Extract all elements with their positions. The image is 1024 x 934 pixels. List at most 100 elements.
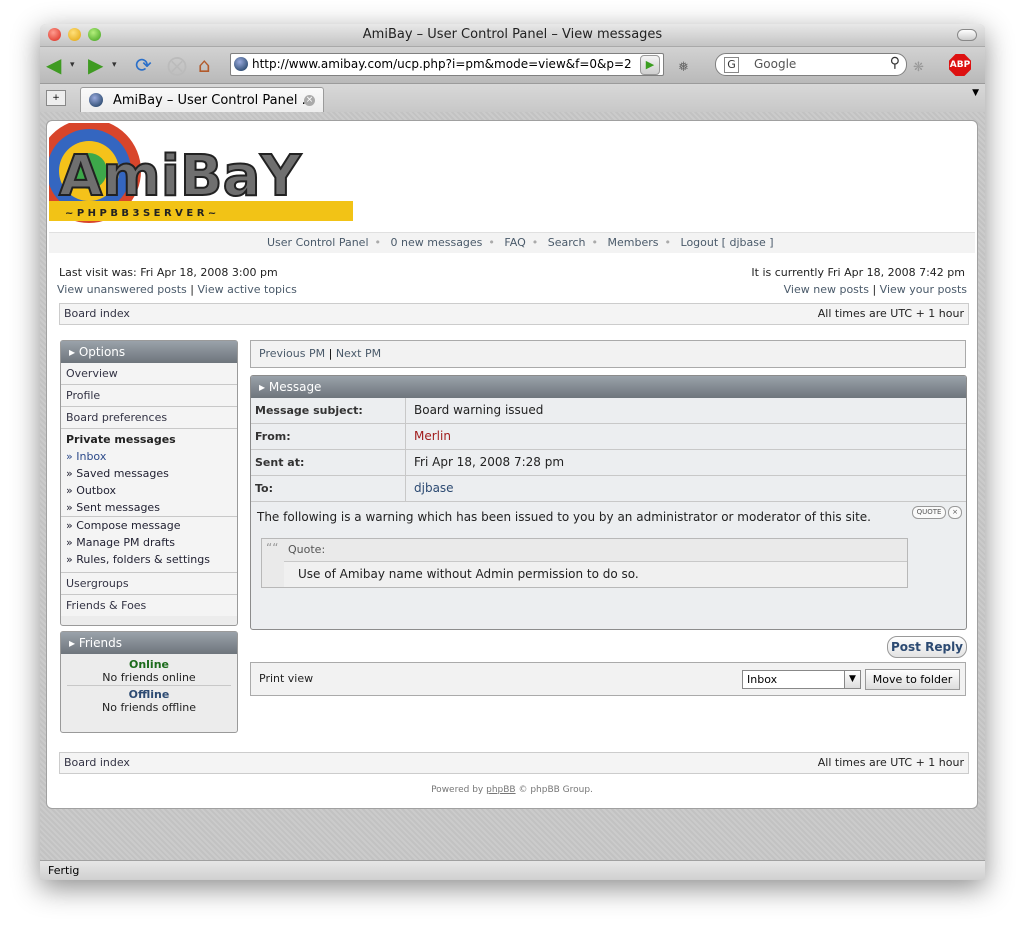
private-messages-title[interactable]: Private messages [61, 431, 237, 448]
search-bar[interactable]: G Google ⚲ [715, 53, 907, 76]
nav-search[interactable]: Search [548, 236, 586, 249]
message-header: ▸ Message [251, 376, 966, 398]
navigation-toolbar: ◀ ▾ ▶ ▾ ⟳ ⨂ ⌂ http://www.amibay.com/ucp.… [40, 47, 985, 84]
nav-logout[interactable]: Logout [ djbase ] [681, 236, 774, 249]
private-messages-section: Private messages » Inbox » Saved message… [61, 429, 237, 573]
back-arrow-icon[interactable]: ◀ [46, 53, 61, 77]
folder-select[interactable]: Inbox ▼ [742, 670, 861, 689]
sidebar-item-profile[interactable]: Profile [61, 385, 237, 407]
tab-close-icon[interactable]: × [304, 95, 315, 106]
extension-icon[interactable]: ❅ [678, 56, 689, 80]
pm-outbox[interactable]: » Outbox [61, 482, 237, 499]
timezone-note: All times are UTC + 1 hour [817, 307, 964, 320]
pm-rules-folders-settings[interactable]: » Rules, folders & settings [61, 551, 237, 568]
to-row: To: djbase [251, 476, 966, 502]
previous-pm-link[interactable]: Previous PM [251, 347, 325, 360]
amibay-logo: AmiBaY ~ P H P B B 3 S E R V E R ~ [49, 123, 353, 223]
site-globe-icon [234, 57, 248, 71]
online-label: Online [128, 658, 169, 671]
url-text: http://www.amibay.com/ucp.php?i=pm&mode=… [252, 57, 632, 71]
pm-navigation: Previous PM | Next PM [250, 340, 966, 368]
sidebar-item-overview[interactable]: Overview [61, 363, 237, 385]
window-title: AmiBay – User Control Panel – View messa… [362, 27, 663, 42]
friends-list: Online No friends online Offline No frie… [61, 654, 237, 714]
forum-page: AmiBaY ~ P H P B B 3 S E R V E R ~ User … [46, 120, 978, 809]
breadcrumb: Board index All times are UTC + 1 hour [59, 303, 969, 325]
logo-wordmark: AmiBaY [59, 144, 302, 209]
from-label: From: [255, 424, 406, 449]
sidebar-item-usergroups[interactable]: Usergroups [61, 573, 237, 595]
forward-arrow-icon[interactable]: ▶ [88, 53, 103, 77]
quote-button[interactable]: QUOTE [912, 506, 946, 519]
print-view-link[interactable]: Print view [251, 672, 313, 685]
delete-button[interactable]: × [948, 506, 962, 519]
active-topics-link[interactable]: View active topics [197, 283, 296, 296]
pm-sent-messages[interactable]: » Sent messages [61, 499, 237, 517]
logo-subtext: ~ P H P B B 3 S E R V E R ~ [65, 208, 216, 219]
quote-label: Quote: [284, 539, 907, 562]
board-index-link[interactable]: Board index [64, 304, 130, 324]
offline-status: No friends offline [101, 701, 196, 714]
move-to-folder-button[interactable]: Move to folder [865, 669, 960, 690]
top-nav: User Control Panel • 0 new messages • FAQ •… [49, 232, 975, 253]
status-bar: Fertig [40, 860, 985, 880]
message-body: The following is a warning which has bee… [257, 510, 871, 524]
search-magnifier-icon[interactable]: ⚲ [890, 53, 900, 74]
adblock-plus-icon[interactable]: ABP [949, 54, 971, 76]
reload-icon[interactable]: ⟳ [135, 53, 152, 77]
quote-block: ““ Quote: Use of Amibay name without Adm… [261, 538, 908, 588]
friends-box: ▸ Friends Online No friends online Offli… [60, 631, 238, 733]
pm-manage-drafts[interactable]: » Manage PM drafts [61, 534, 237, 551]
message-panel: ▸ Message Message subject: Board warning… [250, 375, 967, 630]
options-menu: ▸ Options Overview Profile Board prefere… [60, 340, 238, 626]
sidebar-item-friends-foes[interactable]: Friends & Foes [61, 595, 237, 616]
url-bar[interactable]: http://www.amibay.com/ucp.php?i=pm&mode=… [230, 53, 664, 76]
from-user-link[interactable]: Merlin [414, 424, 451, 449]
sent-label: Sent at: [255, 450, 406, 475]
unanswered-posts-link[interactable]: View unanswered posts [57, 283, 187, 296]
nav-new-messages[interactable]: 0 new messages [391, 236, 483, 249]
new-tab-icon[interactable]: + [46, 90, 66, 106]
pm-saved-messages[interactable]: » Saved messages [61, 465, 237, 482]
friends-header[interactable]: ▸ Friends [61, 632, 237, 654]
toolbar-toggle-button[interactable] [957, 29, 977, 41]
next-pm-link[interactable]: Next PM [336, 347, 381, 360]
tab-bar: + AmiBay – User Control Panel ... × ▼ [40, 84, 985, 113]
offline-label: Offline [128, 688, 170, 701]
last-visit: Last visit was: Fri Apr 18, 2008 3:00 pm [59, 266, 278, 279]
google-engine-icon[interactable]: G [724, 57, 739, 73]
post-reply-button[interactable]: Post Reply [887, 636, 967, 658]
page-footer: Powered by phpBB © phpBB Group. [431, 785, 593, 795]
current-time: It is currently Fri Apr 18, 2008 7:42 pm [751, 266, 965, 279]
new-posts-link[interactable]: View new posts [784, 283, 869, 296]
tab-label: AmiBay – User Control Panel ... [113, 93, 314, 108]
to-user-link[interactable]: djbase [414, 476, 454, 501]
pm-compose-message[interactable]: » Compose message [61, 517, 237, 534]
tab-amibay[interactable]: AmiBay – User Control Panel ... × [80, 87, 324, 113]
search-links: View unanswered posts | View active topi… [57, 283, 297, 296]
tab-list-icon[interactable]: ▼ [972, 88, 979, 98]
folder-select-value: Inbox [747, 673, 778, 686]
options-header[interactable]: ▸ Options [61, 341, 237, 363]
your-posts-link[interactable]: View your posts [880, 283, 967, 296]
quote-mark-icon: ““ [266, 541, 279, 555]
expand-arrow-icon: ▸ [259, 380, 269, 394]
timezone-note-bottom: All times are UTC + 1 hour [817, 756, 964, 769]
to-label: To: [255, 476, 406, 501]
nav-faq[interactable]: FAQ [504, 236, 525, 249]
from-row: From: Merlin [251, 424, 966, 450]
stop-icon[interactable]: ⨂ [167, 53, 187, 77]
subject-value: Board warning issued [414, 403, 544, 417]
back-dropdown-icon[interactable]: ▾ [70, 53, 75, 77]
forward-dropdown-icon[interactable]: ▾ [112, 53, 117, 77]
sidebar-item-board-preferences[interactable]: Board preferences [61, 407, 237, 429]
home-icon[interactable]: ⌂ [198, 53, 211, 77]
go-button[interactable]: ▶ [640, 55, 660, 75]
nav-members[interactable]: Members [608, 236, 659, 249]
nav-user-control-panel[interactable]: User Control Panel [267, 236, 369, 249]
board-index-link-bottom[interactable]: Board index [64, 753, 130, 773]
pm-inbox[interactable]: » Inbox [61, 448, 237, 465]
phpbb-link[interactable]: phpBB [486, 785, 515, 795]
post-links: View new posts | View your posts [783, 283, 967, 296]
browser-window: AmiBay – User Control Panel – View messa… [40, 24, 985, 880]
